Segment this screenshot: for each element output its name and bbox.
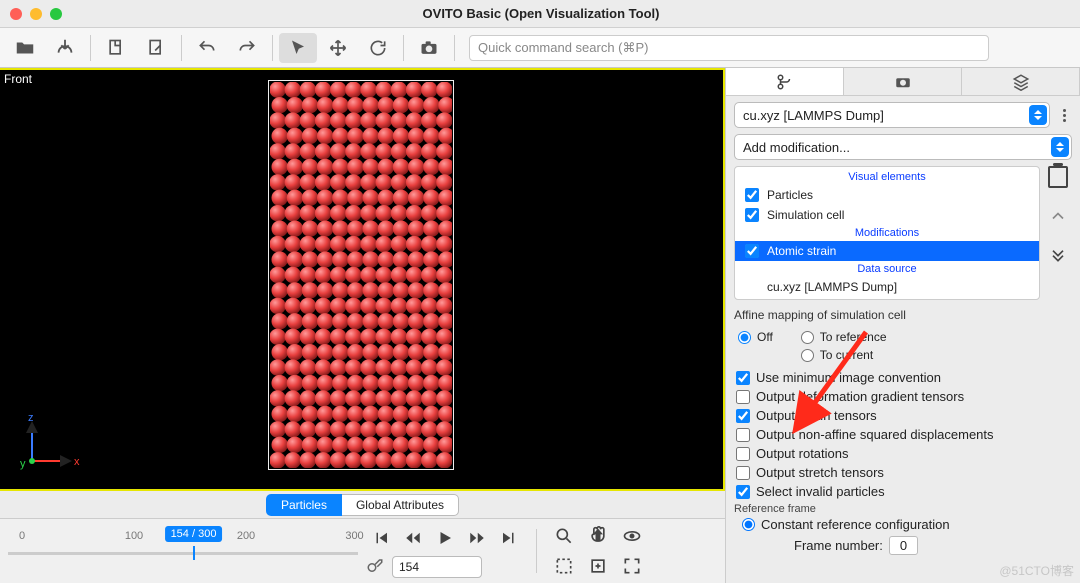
data-source-select[interactable]: cu.xyz [LAMMPS Dump] — [734, 102, 1050, 128]
section-data-source: Data source — [735, 261, 1039, 277]
orbit-button[interactable] — [617, 522, 647, 550]
svg-text:y: y — [20, 458, 26, 470]
add-modification-label: Add modification... — [743, 140, 850, 155]
check-strain-tensors[interactable]: Output strain tensors — [734, 406, 1072, 425]
check-stretch[interactable]: Output stretch tensors — [734, 463, 1072, 482]
add-modification-select[interactable]: Add modification... — [734, 134, 1072, 160]
svg-text:z: z — [28, 412, 34, 424]
next-frame-button[interactable] — [462, 524, 492, 552]
timeline-tick: 0 — [19, 530, 25, 542]
pipeline-item-particles[interactable]: Particles — [735, 185, 1039, 205]
toggle-atomic-strain[interactable] — [745, 244, 759, 258]
radio-to-reference[interactable]: To reference — [801, 328, 887, 346]
timeline-tick: 100 — [125, 530, 143, 542]
side-panel-tabs — [726, 68, 1080, 96]
frame-spinbox[interactable]: 154 — [392, 556, 482, 578]
maximize-viewport-button[interactable] — [617, 552, 647, 580]
traffic-lights — [10, 8, 62, 20]
data-tabs: Particles Global Attributes — [0, 491, 725, 519]
affine-mapping-title: Affine mapping of simulation cell — [734, 306, 1072, 324]
axis-triad: x z y — [18, 415, 88, 475]
zoom-button[interactable] — [549, 522, 579, 550]
watermark: @51CTO博客 — [999, 562, 1074, 579]
radio-to-current[interactable]: To current — [801, 346, 887, 364]
pipeline-item-data-source[interactable]: cu.xyz [LAMMPS Dump] — [735, 277, 1039, 297]
tab-pipeline[interactable] — [726, 68, 844, 95]
reference-frame-title: Reference frame — [734, 503, 1072, 515]
close-window-button[interactable] — [10, 8, 22, 20]
move-down-button[interactable] — [1048, 244, 1068, 264]
select-tool-button[interactable] — [279, 33, 317, 63]
redo-button[interactable] — [228, 33, 266, 63]
tab-overlays[interactable] — [962, 68, 1080, 95]
tab-particles[interactable]: Particles — [266, 494, 342, 516]
download-button[interactable] — [46, 33, 84, 63]
zoom-all-button[interactable] — [583, 552, 613, 580]
toggle-particles[interactable] — [745, 188, 759, 202]
undo-button[interactable] — [188, 33, 226, 63]
move-up-button[interactable] — [1048, 206, 1068, 226]
command-search-input[interactable]: Quick command search (⌘P) — [469, 35, 989, 61]
timeline-bar: 0 100 200 300 154 / 300 154 — [0, 519, 725, 583]
render-button[interactable] — [410, 33, 448, 63]
pipeline-menu-button[interactable] — [1056, 107, 1072, 123]
timeline-tick: 300 — [345, 530, 363, 542]
modifier-properties: Affine mapping of simulation cell Off To… — [734, 306, 1072, 557]
timeline-tick: 200 — [237, 530, 255, 542]
radio-constant-reference[interactable]: Constant reference configuration — [734, 515, 1072, 534]
side-panel: cu.xyz [LAMMPS Dump] Add modification...… — [725, 68, 1080, 583]
new-session-button[interactable] — [97, 33, 135, 63]
section-visual-elements: Visual elements — [735, 169, 1039, 185]
svg-text:x: x — [74, 456, 80, 468]
window-titlebar: OVITO Basic (Open Visualization Tool) — [0, 0, 1080, 28]
window-title: OVITO Basic (Open Visualization Tool) — [62, 6, 1080, 21]
viewport-label: Front — [4, 72, 32, 86]
check-non-affine[interactable]: Output non-affine squared displacements — [734, 425, 1072, 444]
keyframe-icon — [366, 557, 386, 577]
prev-frame-button[interactable] — [398, 524, 428, 552]
timeline-marker[interactable]: 154 / 300 — [165, 526, 223, 542]
particles-rendering — [270, 82, 452, 468]
move-tool-button[interactable] — [319, 33, 357, 63]
check-invalid-particles[interactable]: Select invalid particles — [734, 482, 1072, 501]
play-button[interactable] — [430, 524, 460, 552]
section-modifications: Modifications — [735, 225, 1039, 241]
tab-global-attributes[interactable]: Global Attributes — [342, 494, 459, 516]
frame-number-label: Frame number: — [794, 538, 883, 553]
viewport-front[interactable]: Front — [0, 68, 725, 491]
pipeline-item-simulation-cell[interactable]: Simulation cell — [735, 205, 1039, 225]
pipeline-list[interactable]: Visual elements Particles Simulation cel… — [734, 166, 1040, 300]
data-source-label: cu.xyz [LAMMPS Dump] — [743, 108, 884, 123]
minimize-window-button[interactable] — [30, 8, 42, 20]
frame-number-value[interactable]: 0 — [889, 536, 918, 555]
last-frame-button[interactable] — [494, 524, 524, 552]
timeline-scale[interactable]: 0 100 200 300 154 / 300 — [8, 526, 358, 576]
main-toolbar: Quick command search (⌘P) — [0, 28, 1080, 68]
pipeline-item-atomic-strain[interactable]: Atomic strain — [735, 241, 1039, 261]
toggle-simulation-cell[interactable] — [745, 208, 759, 222]
check-deformation-gradient[interactable]: Output deformation gradient tensors — [734, 387, 1072, 406]
first-frame-button[interactable] — [366, 524, 396, 552]
check-min-image[interactable]: Use minimum image convention — [734, 368, 1072, 387]
open-file-button[interactable] — [6, 33, 44, 63]
tab-render[interactable] — [844, 68, 962, 95]
check-rotations[interactable]: Output rotations — [734, 444, 1072, 463]
save-session-button[interactable] — [137, 33, 175, 63]
zoom-extents-button[interactable] — [549, 552, 579, 580]
delete-modifier-button[interactable] — [1048, 166, 1068, 188]
rotate-tool-button[interactable] — [359, 33, 397, 63]
radio-off[interactable]: Off — [738, 328, 773, 346]
pan-button[interactable] — [583, 522, 613, 550]
maximize-window-button[interactable] — [50, 8, 62, 20]
